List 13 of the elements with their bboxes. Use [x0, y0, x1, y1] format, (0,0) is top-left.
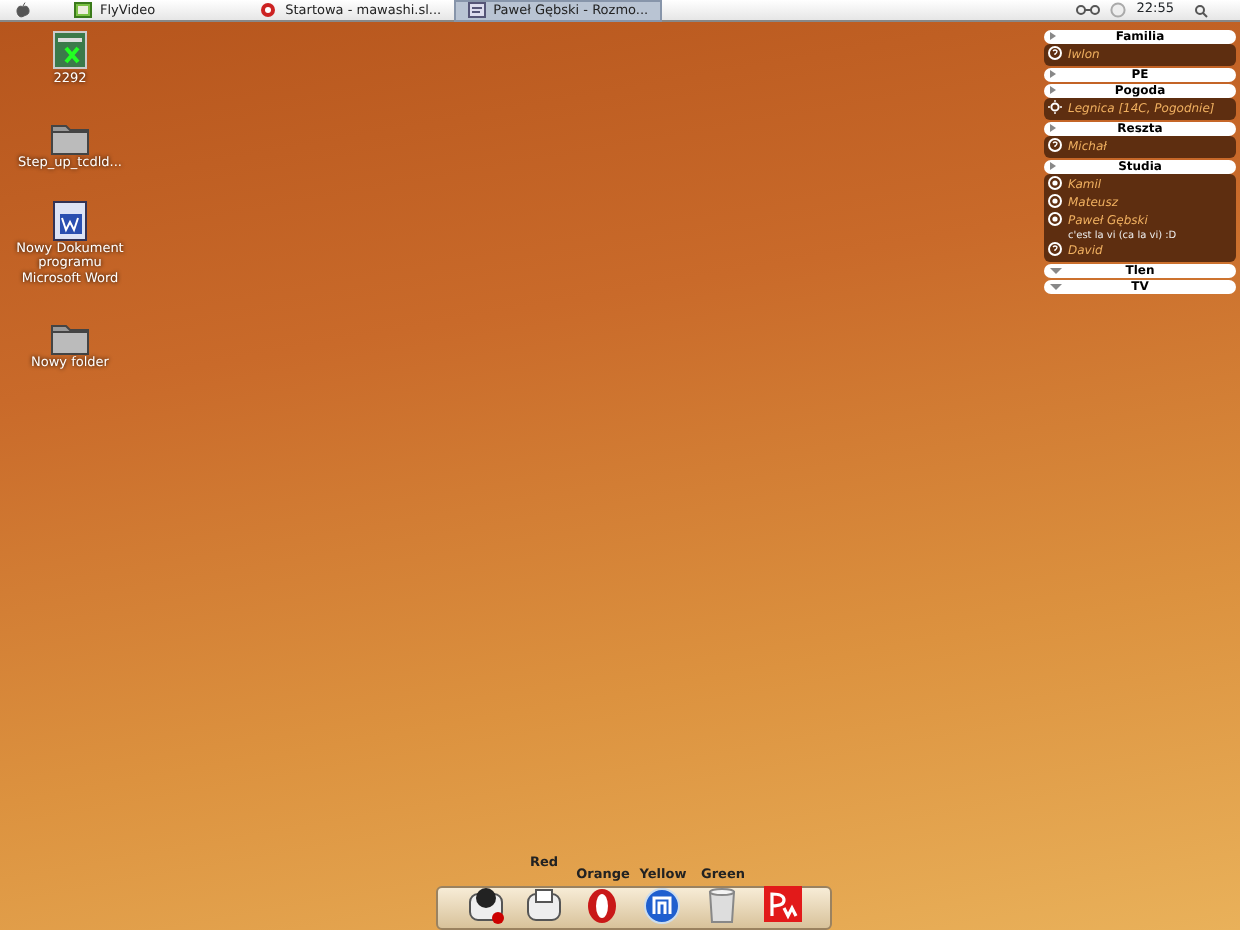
- spreadsheet-icon[interactable]: [48, 30, 92, 72]
- document-icon[interactable]: [48, 199, 92, 242]
- video-icon: [74, 2, 92, 18]
- away-status-icon: [1048, 138, 1062, 152]
- apple-menu-icon[interactable]: [16, 2, 30, 18]
- sun-icon: [1048, 100, 1062, 114]
- logo-icon[interactable]: [761, 884, 803, 924]
- link-icon[interactable]: [1076, 4, 1101, 16]
- search-icon[interactable]: [1194, 3, 1208, 17]
- circle-logo-icon[interactable]: [642, 884, 684, 924]
- away-status-icon: [1048, 242, 1062, 256]
- away-status-icon: [1048, 46, 1062, 60]
- chat-window-icon: [467, 2, 486, 18]
